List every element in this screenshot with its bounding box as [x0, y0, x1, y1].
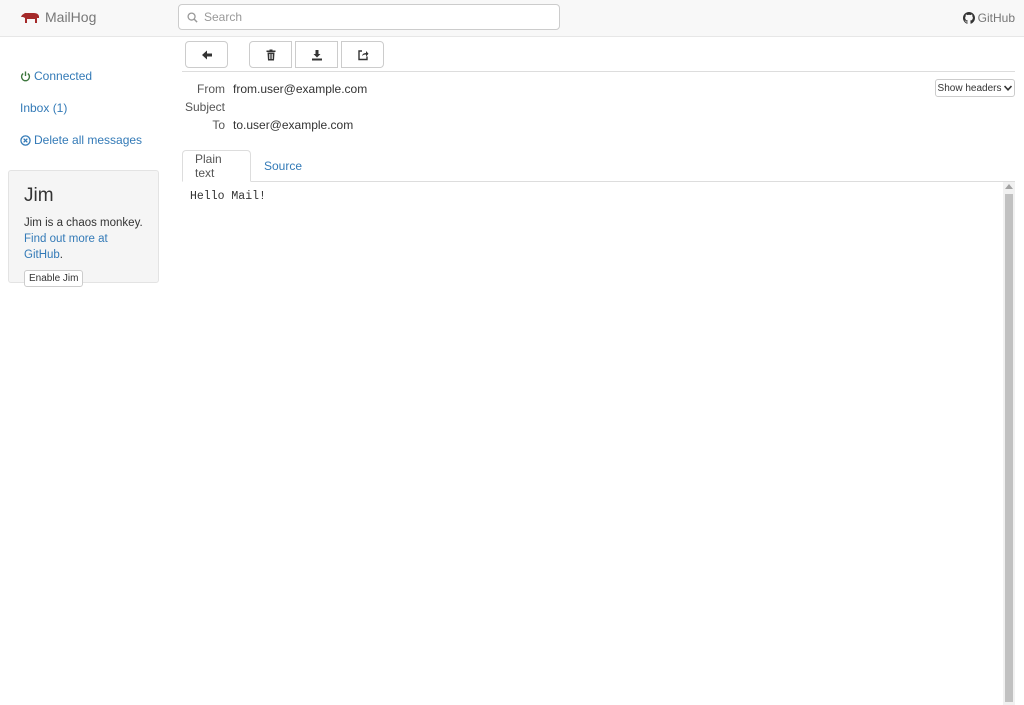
- show-headers-button[interactable]: Show headers: [935, 79, 1015, 97]
- sidebar-item-inbox[interactable]: Inbox (1): [20, 101, 67, 115]
- chevron-down-icon: [1004, 85, 1013, 91]
- from-label: From: [197, 82, 225, 96]
- jim-panel: Jim Jim is a chaos monkey. Find out more…: [8, 170, 159, 287]
- jim-period: .: [59, 249, 63, 261]
- arrow-left-icon: [201, 50, 212, 59]
- toolbar-divider: [182, 71, 1015, 72]
- delete-all-label: Delete all messages: [34, 133, 143, 147]
- download-button[interactable]: [295, 41, 338, 68]
- github-link[interactable]: GitHub: [962, 11, 1015, 25]
- trash-icon: [266, 49, 275, 60]
- jim-description: Jim is a chaos monkey.: [24, 217, 143, 229]
- message-body: Hello Mail!: [190, 190, 266, 203]
- message-scrollbar[interactable]: [1003, 182, 1015, 705]
- hog-logo-icon: [21, 13, 39, 23]
- show-headers-label: Show headers: [937, 82, 1002, 94]
- from-value: from.user@example.com: [233, 82, 368, 96]
- to-label: To: [212, 118, 225, 132]
- tab-source[interactable]: Source: [252, 150, 314, 182]
- jim-description-block: Jim is a chaos monkey. Find out more at …: [24, 215, 143, 263]
- search-input[interactable]: [204, 10, 544, 24]
- navbar: MailHog GitHub: [0, 0, 1024, 37]
- circle-x-icon: [20, 134, 31, 146]
- inbox-label: Inbox (1): [20, 101, 68, 115]
- enable-jim-button[interactable]: Enable Jim: [24, 270, 84, 287]
- connection-status-label: Connected: [34, 69, 93, 83]
- scroll-thumb[interactable]: [1005, 194, 1013, 702]
- brand-name: MailHog: [45, 9, 97, 25]
- github-label: GitHub: [977, 11, 1015, 25]
- connection-status[interactable]: Connected: [20, 69, 92, 83]
- delete-message-button[interactable]: [249, 41, 292, 68]
- release-button[interactable]: [341, 41, 384, 68]
- power-icon: [20, 70, 31, 81]
- share-icon: [357, 49, 368, 60]
- scroll-up-arrow-icon[interactable]: [1005, 184, 1013, 189]
- to-value: to.user@example.com: [233, 118, 354, 132]
- jim-github-link[interactable]: Find out more at GitHub: [24, 233, 108, 261]
- jim-title: Jim: [24, 185, 54, 206]
- github-icon: [962, 12, 975, 24]
- search-icon: [187, 11, 198, 23]
- download-icon: [311, 49, 322, 60]
- brand-link[interactable]: MailHog: [20, 9, 96, 25]
- back-button[interactable]: [185, 41, 228, 68]
- tab-source-label: Source: [264, 159, 303, 173]
- search-box: [178, 4, 560, 30]
- tab-plain-text[interactable]: Plain text: [182, 150, 251, 182]
- tab-plain-text-label: Plain text: [195, 152, 222, 180]
- subject-label: Subject: [184, 100, 225, 114]
- delete-all-messages-link[interactable]: Delete all messages: [20, 133, 142, 147]
